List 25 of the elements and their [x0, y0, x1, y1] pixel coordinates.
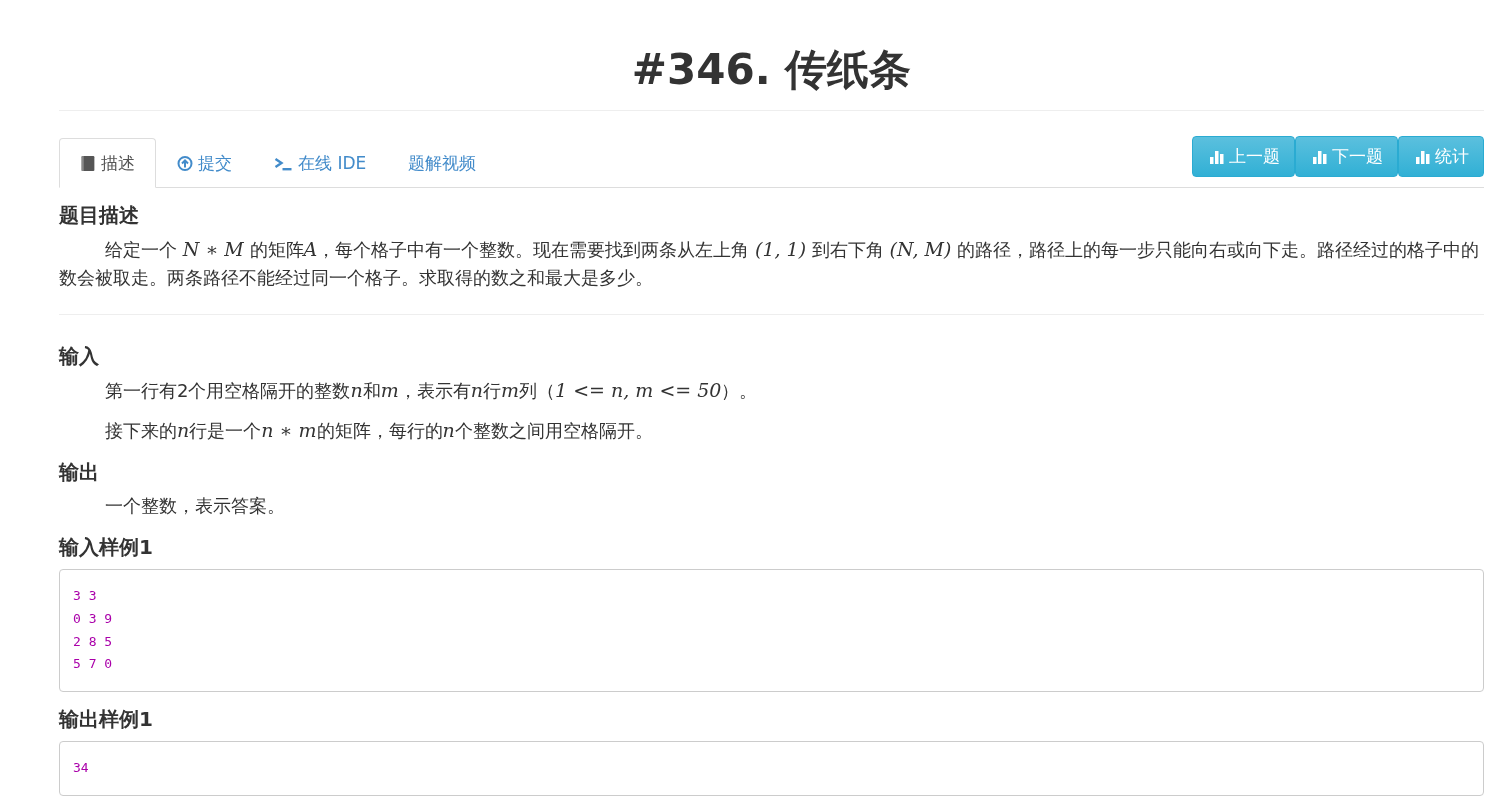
section-heading: 输出样例1	[59, 706, 154, 734]
bar-chart-icon	[1210, 149, 1224, 164]
section-heading: 输入样例1	[59, 534, 154, 562]
code-block: 3 3 0 3 9 2 8 5 5 7 0	[59, 569, 1484, 693]
problem-title: #346. 传纸条	[630, 44, 913, 96]
bar-chart-icon	[1416, 149, 1430, 164]
paragraph: 第一行有2个用空格隔开的整数n和m，表示有n行m列（1 <= n, m <= 50）。	[104, 378, 759, 404]
nav-button[interactable]: 统计	[1398, 136, 1484, 177]
paragraph: 给定一个 N ∗ M 的矩阵A，每个格子中有一个整数。现在需要找到两条从左上角 (1, 1) 到右下角 (N, M) 的路径，路径上的每一步只能向右或向下走。路径经过的格子中的数会被取走。两条路径不能经过同一个格子。求取得的数之和最大是多少。	[59, 237, 1481, 291]
tab[interactable]: 描述	[59, 138, 156, 188]
book-icon	[80, 155, 96, 172]
paragraph: 一个整数，表示答案。	[104, 494, 286, 519]
terminal-icon	[274, 156, 293, 171]
section-heading: 输出	[59, 459, 100, 487]
upload-icon	[177, 155, 193, 172]
nav-button[interactable]: 上一题	[1192, 136, 1295, 177]
nav-button[interactable]: 下一题	[1295, 136, 1398, 177]
section-heading: 题目描述	[59, 202, 140, 229]
paragraph: 接下来的n行是一个n ∗ m的矩阵，每行的n个整数之间用空格隔开。	[104, 417, 654, 443]
tab[interactable]: 在线 IDE	[253, 138, 388, 188]
tab[interactable]: 题解视频	[387, 138, 498, 188]
bar-chart-icon	[1313, 149, 1327, 164]
code-block: 34	[59, 741, 1484, 796]
section-heading: 输入	[59, 343, 100, 371]
tab[interactable]: 提交	[156, 138, 253, 188]
